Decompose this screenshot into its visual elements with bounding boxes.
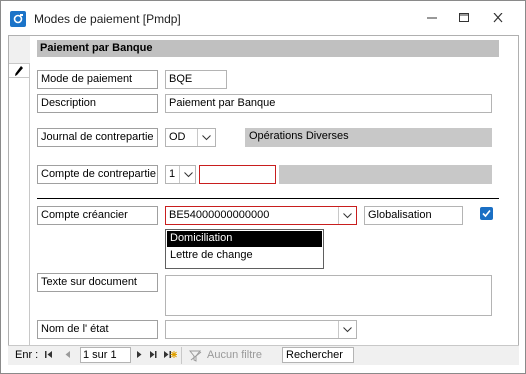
pencil-icon bbox=[15, 66, 23, 76]
mode-paiement-label: Mode de paiement bbox=[37, 70, 158, 89]
last-record-button[interactable] bbox=[148, 349, 158, 363]
globalisation-checkbox[interactable] bbox=[480, 207, 493, 220]
form-body: Paiement par Banque Mode de paiement BQE… bbox=[8, 35, 519, 365]
globalisation-label: Globalisation bbox=[364, 206, 463, 225]
chevron-down-icon bbox=[343, 327, 352, 333]
minimize-icon bbox=[427, 17, 437, 19]
title-bar[interactable]: Modes de paiement [Pmdp] bbox=[1, 1, 525, 35]
new-record-icon bbox=[164, 351, 177, 358]
nom-etat-combo[interactable] bbox=[165, 320, 357, 339]
next-record-button[interactable] bbox=[134, 349, 144, 363]
window: Modes de paiement [Pmdp] Paiement par Ba… bbox=[0, 0, 526, 374]
compte-creancier-combo[interactable]: BE54000000000000 bbox=[165, 206, 357, 225]
filter-off-icon bbox=[189, 350, 202, 362]
journal-name: Opérations Diverses bbox=[245, 128, 492, 147]
journal-dropdown-button[interactable] bbox=[197, 129, 215, 146]
record-selector[interactable] bbox=[9, 64, 30, 78]
close-button[interactable] bbox=[487, 9, 509, 27]
last-record-icon bbox=[150, 351, 157, 358]
texte-document-label: Texte sur document bbox=[37, 273, 158, 292]
nom-etat-dropdown-button[interactable] bbox=[338, 321, 356, 338]
compte-creancier-dropdown-button[interactable] bbox=[338, 207, 356, 224]
description-label: Description bbox=[37, 94, 158, 113]
section-title: Paiement par Banque bbox=[37, 40, 499, 57]
mode-paiement-field[interactable]: BQE bbox=[165, 70, 227, 89]
close-icon bbox=[493, 13, 503, 23]
dropdown-option-domiciliation[interactable]: Domiciliation bbox=[167, 231, 322, 247]
compte-creancier-label: Compte créancier bbox=[37, 206, 158, 225]
journal-label: Journal de contrepartie bbox=[37, 128, 158, 147]
next-record-icon bbox=[137, 351, 142, 358]
record-selector-bar bbox=[9, 36, 30, 346]
compte-type-dropdown-button[interactable] bbox=[179, 166, 195, 183]
compte-type-value: 1 bbox=[169, 168, 176, 180]
search-field[interactable]: Rechercher bbox=[282, 347, 354, 363]
window-title: Modes de paiement [Pmdp] bbox=[34, 12, 181, 26]
current-record-field[interactable]: 1 sur 1 bbox=[80, 347, 131, 363]
minimize-button[interactable] bbox=[421, 9, 443, 27]
record-label: Enr : bbox=[15, 349, 39, 361]
description-field[interactable]: Paiement par Banque bbox=[165, 94, 492, 113]
journal-value: OD bbox=[169, 131, 186, 143]
chevron-down-icon bbox=[184, 172, 193, 178]
nav-separator bbox=[181, 347, 182, 364]
chevron-down-icon bbox=[343, 213, 352, 219]
previous-record-button[interactable] bbox=[63, 349, 73, 363]
maximize-icon bbox=[459, 13, 469, 22]
chevron-down-icon bbox=[202, 135, 211, 141]
first-record-button[interactable] bbox=[44, 349, 54, 363]
journal-combo[interactable]: OD bbox=[165, 128, 216, 147]
compte-type-combo[interactable]: 1 bbox=[165, 165, 196, 184]
record-navigation-bar: Enr : 1 sur 1 Aucun filtre Rechercher bbox=[8, 345, 519, 365]
filter-button[interactable]: Aucun filtre bbox=[189, 349, 275, 363]
app-icon bbox=[10, 11, 26, 27]
compte-creancier-value: BE54000000000000 bbox=[169, 209, 270, 221]
dropdown-option-lettre-de-change[interactable]: Lettre de change bbox=[167, 248, 322, 264]
compte-contrepartie-label: Compte de contrepartie bbox=[37, 165, 158, 184]
texte-document-field[interactable] bbox=[165, 275, 492, 316]
compte-type-dropdown-list: Domiciliation Lettre de change bbox=[165, 229, 324, 269]
nom-etat-label: Nom de l' état bbox=[37, 320, 158, 339]
previous-record-icon bbox=[65, 351, 70, 358]
first-record-icon bbox=[45, 351, 52, 358]
new-record-button[interactable] bbox=[163, 349, 177, 363]
compte-contrepartie-name bbox=[279, 165, 492, 184]
divider bbox=[37, 198, 499, 199]
record-selector-header bbox=[9, 36, 30, 64]
maximize-button[interactable] bbox=[453, 9, 475, 27]
compte-contrepartie-field[interactable] bbox=[199, 165, 276, 184]
filter-label: Aucun filtre bbox=[207, 349, 263, 361]
checkmark-icon bbox=[482, 209, 491, 218]
